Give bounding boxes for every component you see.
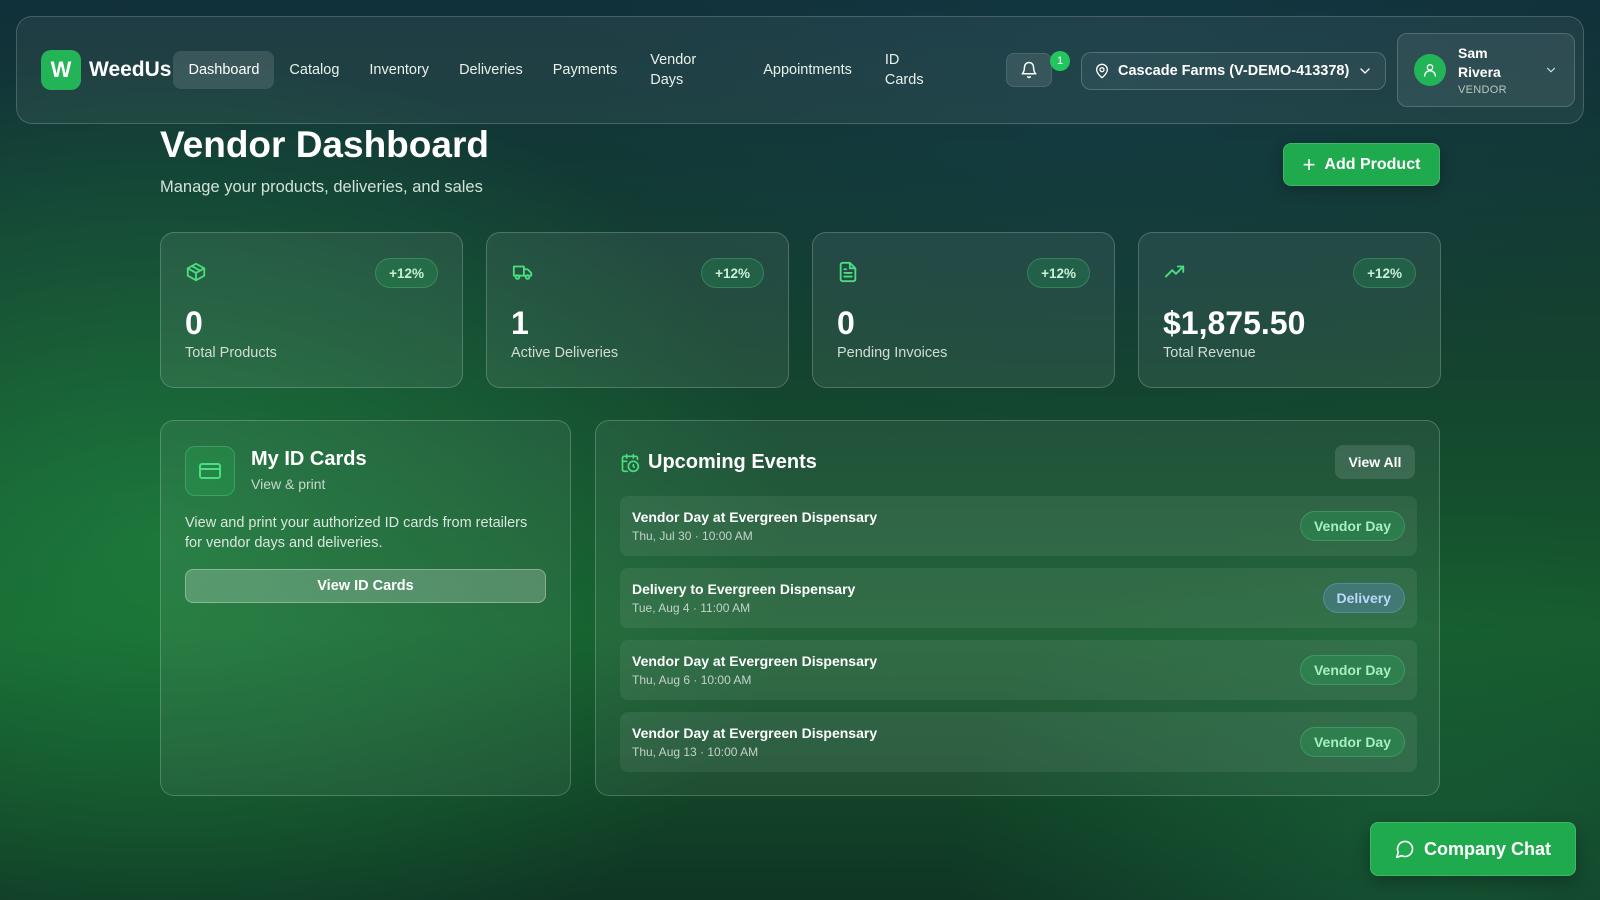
avatar — [1414, 54, 1446, 86]
location-selector[interactable]: Cascade Farms (V-DEMO-413378) — [1081, 52, 1386, 90]
event-name: Delivery to Evergreen Dispensary — [632, 581, 856, 597]
trending-up-icon — [1164, 265, 1185, 278]
id-card-icon-box — [185, 446, 235, 496]
stat-card-pending-invoices: +12% 0 Pending Invoices — [812, 232, 1115, 388]
nav-item-payments[interactable]: Payments — [538, 51, 632, 89]
truck-icon — [512, 265, 533, 280]
event-time: Tue, Aug 4 · 11:00 AM — [632, 601, 751, 615]
event-name: Vendor Day at Evergreen Dispensary — [632, 725, 878, 741]
event-row[interactable]: Delivery to Evergreen Dispensary Tue, Au… — [620, 568, 1417, 628]
nav-item-inventory[interactable]: Inventory — [354, 51, 444, 89]
top-nav: W WeedUs Dashboard Catalog Inventory Del… — [16, 16, 1584, 124]
calendar-clock-icon — [621, 453, 640, 473]
notification-count-badge: 1 — [1050, 51, 1070, 71]
event-type-badge: Vendor Day — [1299, 727, 1405, 757]
message-circle-icon — [1395, 840, 1414, 859]
stat-change-badge: +12% — [1353, 258, 1416, 288]
upcoming-events-title: Upcoming Events — [648, 451, 817, 473]
stat-label: Pending Invoices — [837, 345, 948, 361]
page-title: Vendor Dashboard — [160, 124, 489, 165]
plus-icon: + — [1302, 151, 1316, 177]
stat-label: Total Revenue — [1163, 345, 1256, 361]
stat-card-total-products: +12% 0 Total Products — [160, 232, 463, 388]
chevron-down-icon — [1360, 68, 1370, 74]
id-cards-title: My ID Cards — [251, 448, 367, 470]
stat-label: Total Products — [185, 345, 277, 361]
event-time: Thu, Aug 13 · 10:00 AM — [632, 745, 759, 759]
id-cards-description: View and print your authorized ID cards … — [185, 515, 528, 551]
bell-icon — [1021, 61, 1037, 79]
event-row[interactable]: Vendor Day at Evergreen Dispensary Thu, … — [620, 712, 1417, 772]
nav-item-id-cards[interactable]: ID Cards — [867, 50, 939, 90]
user-info: Sam Rivera VENDOR — [1458, 44, 1544, 96]
brand-name[interactable]: WeedUs — [89, 58, 171, 82]
stat-value: $1,875.50 — [1163, 305, 1306, 341]
nav-item-dashboard[interactable]: Dashboard — [173, 51, 275, 89]
event-row[interactable]: Vendor Day at Evergreen Dispensary Thu, … — [620, 496, 1417, 556]
event-type-badge: Vendor Day — [1299, 655, 1405, 685]
stat-label: Active Deliveries — [511, 345, 619, 361]
stat-card-total-revenue: +12% $1,875.50 Total Revenue — [1138, 232, 1441, 388]
user-role: VENDOR — [1458, 84, 1507, 96]
add-product-label: Add Product — [1324, 155, 1421, 173]
events-list: Vendor Day at Evergreen Dispensary Thu, … — [620, 496, 1417, 784]
chevron-down-icon — [1546, 67, 1556, 73]
user-name: Sam Rivera — [1458, 45, 1501, 80]
notifications-button[interactable] — [1006, 53, 1052, 87]
company-chat-button[interactable]: Company Chat — [1370, 822, 1576, 876]
event-type-badge: Vendor Day — [1299, 511, 1405, 541]
page-subtitle: Manage your products, deliveries, and sa… — [160, 178, 483, 196]
user-menu[interactable]: Sam Rivera VENDOR — [1397, 33, 1575, 107]
add-product-button[interactable]: + Add Product — [1283, 143, 1440, 186]
location-label: Cascade Farms (V-DEMO-413378) — [1118, 63, 1350, 79]
event-row[interactable]: Vendor Day at Evergreen Dispensary Thu, … — [620, 640, 1417, 700]
stat-change-badge: +12% — [1027, 258, 1090, 288]
package-icon — [186, 262, 206, 282]
stat-card-active-deliveries: +12% 1 Active Deliveries — [486, 232, 789, 388]
map-pin-icon — [1096, 63, 1108, 79]
stat-value: 0 — [185, 305, 203, 341]
user-icon — [1424, 63, 1436, 77]
stat-value: 0 — [837, 305, 855, 341]
stat-change-badge: +12% — [375, 258, 438, 288]
view-all-button[interactable]: View All — [1335, 445, 1415, 479]
id-cards-panel: My ID Cards View & print View and print … — [160, 420, 571, 796]
event-time: Thu, Jul 30 · 10:00 AM — [632, 529, 753, 543]
nav-item-vendor-days[interactable]: Vendor Days — [632, 50, 748, 90]
event-time: Thu, Aug 6 · 10:00 AM — [632, 673, 752, 687]
stat-change-badge: +12% — [701, 258, 764, 288]
logo[interactable]: W — [41, 50, 81, 90]
nav-item-appointments[interactable]: Appointments — [748, 51, 867, 89]
company-chat-label: Company Chat — [1423, 838, 1551, 859]
file-text-icon — [839, 261, 857, 283]
nav-links: Dashboard Catalog Inventory Deliveries P… — [173, 50, 938, 90]
event-name: Vendor Day at Evergreen Dispensary — [632, 509, 878, 525]
nav-item-catalog[interactable]: Catalog — [274, 51, 354, 89]
upcoming-events-panel: Upcoming Events View All Vendor Day at E… — [595, 420, 1440, 796]
credit-card-icon — [199, 463, 221, 479]
event-name: Vendor Day at Evergreen Dispensary — [632, 653, 878, 669]
stat-value: 1 — [511, 305, 529, 341]
nav-item-deliveries[interactable]: Deliveries — [444, 51, 538, 89]
event-type-badge: Delivery — [1322, 583, 1405, 613]
view-id-cards-button[interactable]: View ID Cards — [185, 569, 546, 603]
id-cards-subtitle: View & print — [251, 476, 326, 492]
